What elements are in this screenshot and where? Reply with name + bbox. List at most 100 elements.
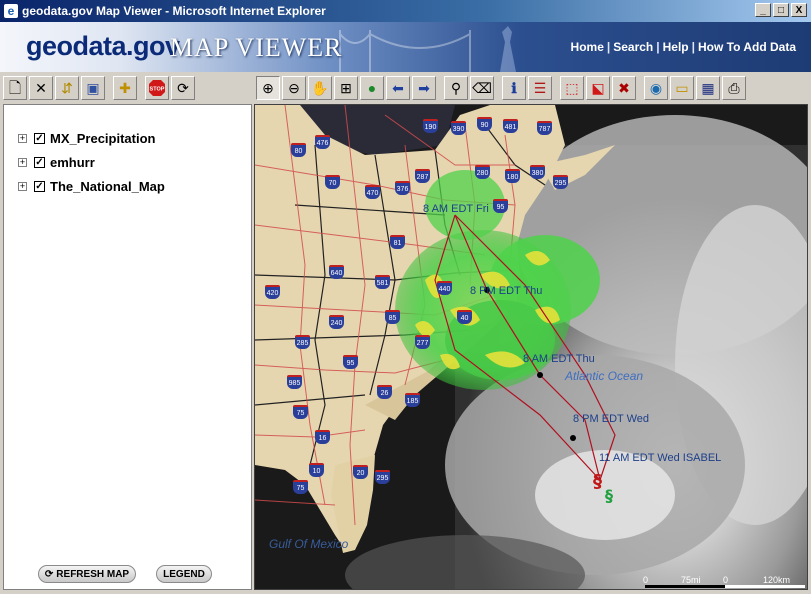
find-binoculars-icon[interactable]: ⚲ [444, 76, 468, 100]
track-label: 8 PM EDT Wed [573, 413, 650, 425]
legend-list-icon[interactable]: ☰ [528, 76, 552, 100]
interstate-shield-icon: 476 [315, 135, 330, 149]
expand-icon[interactable]: + [18, 182, 27, 191]
svg-text:§: § [605, 486, 613, 505]
nav-help-link[interactable]: Help [663, 40, 689, 54]
track-label: 8 AM EDT Fri [423, 203, 489, 215]
interstate-shield-icon: 20 [353, 465, 368, 479]
interstate-shield-icon: 376 [395, 181, 410, 195]
layer-list-panel: + ✓ MX_Precipitation + ✓ emhurr + ✓ The_… [3, 104, 252, 590]
interstate-shield-icon: 16 [315, 430, 330, 444]
pan-hand-icon[interactable]: ✋ [308, 76, 332, 100]
nav-how-to-add-data-link[interactable]: How To Add Data [698, 40, 796, 54]
nav-separator: | [656, 40, 660, 54]
interstate-shield-icon: 85 [385, 310, 400, 324]
layer-item[interactable]: + ✓ The_National_Map [18, 179, 165, 194]
layer-name: emhurr [50, 155, 95, 170]
top-navigation: Home | Search | Help | How To Add Data [571, 40, 796, 54]
window-controls: _ □ X [755, 3, 807, 17]
select-rectangle-icon[interactable]: ⬚ [560, 76, 584, 100]
layer-checkbox[interactable]: ✓ [34, 157, 45, 168]
clear-selection-icon[interactable]: ✖ [612, 76, 636, 100]
scale-label: 75mi [681, 575, 701, 585]
interstate-shield-icon: 95 [493, 199, 508, 213]
close-button[interactable]: X [791, 3, 807, 17]
zoom-out-icon[interactable]: ⊖ [282, 76, 306, 100]
stop-icon[interactable]: STOP [145, 76, 169, 100]
interstate-shield-icon: 420 [265, 285, 280, 299]
map-view[interactable]: § § 190 390 90 481 787 80 476 280 180 380 295 70 470… [254, 104, 808, 590]
add-data-icon[interactable]: ✚ [113, 76, 137, 100]
layer-name: MX_Precipitation [50, 131, 156, 146]
app-banner: geodata.gov MAP VIEWER Home | Search | H… [0, 22, 811, 72]
maximize-button[interactable]: □ [773, 3, 789, 17]
open-folder-icon[interactable]: ▭ [670, 76, 694, 100]
interstate-shield-icon: 70 [325, 175, 340, 189]
clear-trash-icon[interactable]: ⌫ [470, 76, 494, 100]
zoom-extent-icon[interactable]: ⊞ [334, 76, 358, 100]
interstate-shield-icon: 440 [437, 281, 452, 295]
close-x-icon[interactable]: ✕ [29, 76, 53, 100]
interstate-shield-icon: 10 [309, 463, 324, 477]
interstate-shield-icon: 185 [405, 393, 420, 407]
track-label: 11 AM EDT Wed ISABEL [599, 452, 722, 464]
layer-checkbox[interactable]: ✓ [34, 181, 45, 192]
interstate-shield-icon: 90 [477, 117, 492, 131]
layer-item[interactable]: + ✓ emhurr [18, 155, 95, 170]
layer-checkbox[interactable]: ✓ [34, 133, 45, 144]
new-document-icon[interactable]: 🗋 [3, 76, 27, 100]
nav-separator: | [691, 40, 695, 54]
app-title: MAP VIEWER [170, 33, 343, 62]
layer-item[interactable]: + ✓ MX_Precipitation [18, 131, 155, 146]
scale-label: 0 [723, 575, 729, 585]
expand-icon[interactable]: + [18, 158, 27, 167]
refresh-icon[interactable]: ⟳ [171, 76, 195, 100]
interstate-shield-icon: 285 [295, 335, 310, 349]
map-toolbar: ⊕ ⊖ ✋ ⊞ ● ⬅ ➡ ⚲ ⌫ ℹ ☰ ⬚ ⬕ ✖ ◉ ▭ ▦ ⎙ [256, 74, 808, 102]
interstate-shield-icon: 277 [415, 335, 430, 349]
zoom-in-icon[interactable]: ⊕ [256, 76, 280, 100]
full-extent-globe-icon[interactable]: ● [360, 76, 384, 100]
track-label: 8 PM EDT Thu [470, 285, 543, 297]
expand-icon[interactable]: + [18, 134, 27, 143]
scale-bar: 0 75mi 0 120km [643, 575, 790, 585]
interstate-shield-icon: 470 [365, 185, 380, 199]
interstate-shield-icon: 295 [375, 470, 390, 484]
nav-home-link[interactable]: Home [571, 40, 604, 54]
interstate-shield-icon: 787 [537, 121, 552, 135]
save-disk-icon[interactable]: ▦ [696, 76, 720, 100]
back-arrow-icon[interactable]: ⬅ [386, 76, 410, 100]
scale-label: 120km [763, 575, 791, 585]
print-globe-icon[interactable]: ◉ [644, 76, 668, 100]
svg-text:STOP: STOP [150, 87, 165, 93]
track-label: 8 AM EDT Thu [523, 353, 595, 365]
interstate-shield-icon: 280 [475, 165, 490, 179]
minimize-button[interactable]: _ [755, 3, 771, 17]
print-icon[interactable]: ⎙ [722, 76, 746, 100]
layer-order-icon[interactable]: ⇵ [55, 76, 79, 100]
layer-name: The_National_Map [50, 179, 165, 194]
bridge-statue-graphic [339, 26, 516, 72]
interstate-shield-icon: 40 [457, 310, 472, 324]
select-feature-icon[interactable]: ⬕ [586, 76, 610, 100]
nav-separator: | [606, 40, 611, 54]
info-icon[interactable]: ℹ [502, 76, 526, 100]
interstate-shield-icon: 295 [553, 175, 568, 189]
svg-text:§: § [593, 471, 602, 492]
interstate-shield-icon: 287 [415, 169, 430, 183]
geodata-logo[interactable]: geodata.gov [26, 31, 180, 62]
refresh-map-button[interactable]: ⟳ REFRESH MAP [38, 565, 136, 583]
window-title: geodata.gov Map Viewer - Microsoft Inter… [22, 4, 326, 18]
window-title-bar[interactable]: e geodata.gov Map Viewer - Microsoft Int… [0, 0, 811, 22]
legend-button[interactable]: LEGEND [156, 565, 212, 583]
interstate-shield-icon: 380 [530, 165, 545, 179]
refresh-icon: ⟳ [44, 568, 54, 580]
internet-explorer-icon: e [4, 4, 18, 18]
interstate-shield-icon: 80 [291, 143, 306, 157]
layer-toolbar: 🗋 ✕ ⇵ ▣ ✚ STOP ⟳ [3, 74, 251, 102]
forward-arrow-icon[interactable]: ➡ [412, 76, 436, 100]
interstate-shield-icon: 390 [451, 121, 466, 135]
layer-properties-icon[interactable]: ▣ [81, 76, 105, 100]
nav-search-link[interactable]: Search [613, 40, 653, 54]
interstate-shield-icon: 640 [329, 265, 344, 279]
